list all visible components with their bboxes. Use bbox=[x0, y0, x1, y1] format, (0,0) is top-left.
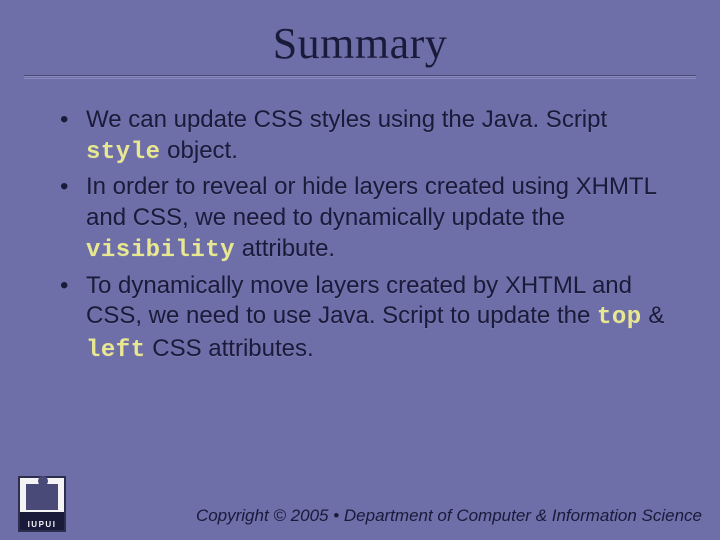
bullet-text: We can update CSS styles using the Java.… bbox=[86, 106, 607, 133]
footer: IUPUI Copyright © 2005 • Department of C… bbox=[0, 476, 720, 532]
bullet-item: We can update CSS styles using the Java.… bbox=[60, 105, 670, 168]
slide-title: Summary bbox=[0, 18, 720, 69]
bullet-item: To dynamically move layers created by XH… bbox=[60, 271, 670, 367]
iupui-logo: IUPUI bbox=[18, 476, 66, 532]
bullet-item: In order to reveal or hide layers create… bbox=[60, 172, 670, 266]
code-keyword: style bbox=[86, 139, 161, 166]
title-block: Summary bbox=[0, 0, 720, 79]
code-keyword: top bbox=[597, 304, 642, 331]
title-rule-secondary bbox=[24, 78, 696, 79]
bullet-text: To dynamically move layers created by XH… bbox=[86, 272, 632, 330]
code-keyword: left bbox=[86, 337, 146, 364]
bullet-text: & bbox=[642, 302, 665, 329]
logo-text: IUPUI bbox=[22, 520, 62, 529]
code-keyword: visibility bbox=[86, 237, 235, 264]
bullet-list: We can update CSS styles using the Java.… bbox=[60, 105, 670, 367]
copyright-text: Copyright © 2005 • Department of Compute… bbox=[66, 506, 702, 532]
bullet-text: object. bbox=[161, 137, 238, 164]
title-rule bbox=[24, 75, 696, 76]
bullet-text: In order to reveal or hide layers create… bbox=[86, 173, 656, 231]
logo-building-icon bbox=[26, 484, 58, 510]
bullet-text: attribute. bbox=[235, 235, 335, 262]
bullet-text: CSS attributes. bbox=[146, 335, 314, 362]
